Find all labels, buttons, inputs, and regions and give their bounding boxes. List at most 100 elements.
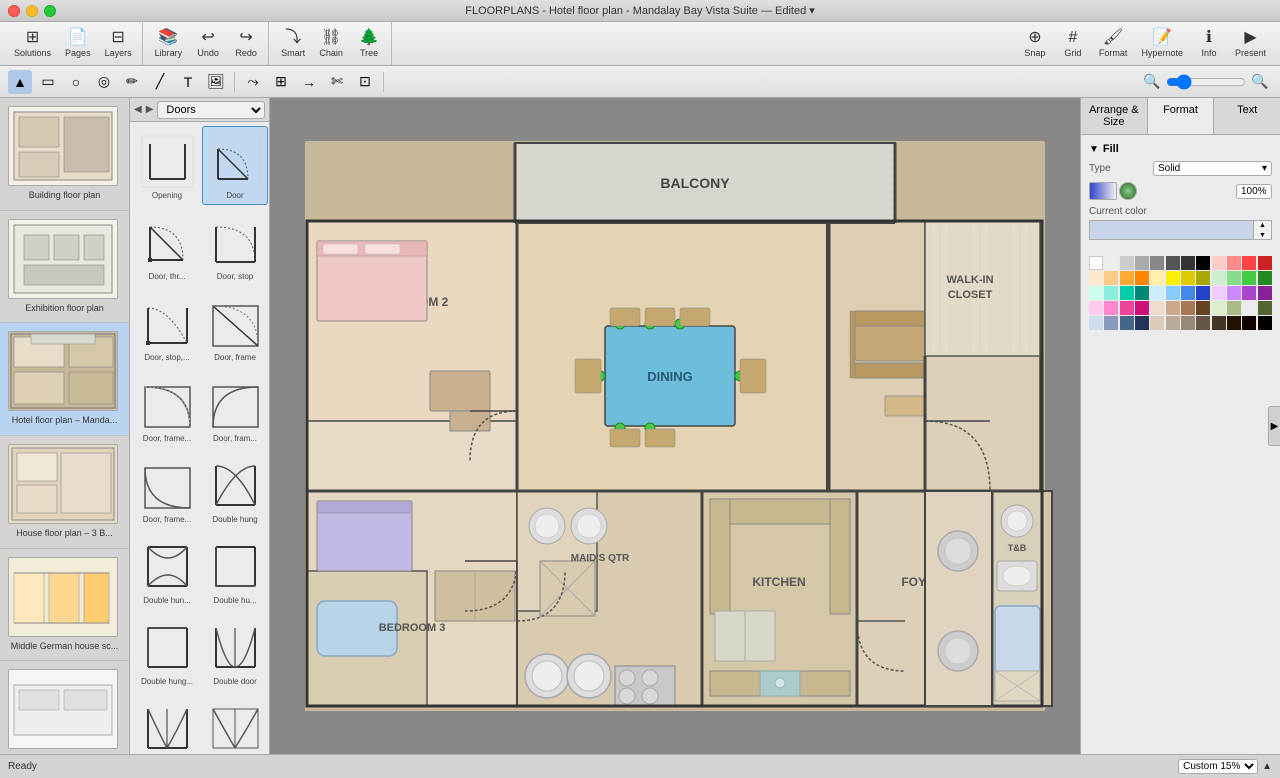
shapes-back-btn[interactable]: ◀ [134, 104, 142, 115]
color-green[interactable] [1242, 271, 1256, 285]
color-sandstone[interactable] [1166, 316, 1180, 330]
color-red[interactable] [1242, 256, 1256, 270]
color-lightblue[interactable] [1150, 286, 1164, 300]
pen-tool[interactable]: ✏ [120, 70, 144, 94]
shapes-category-select[interactable]: Doors [157, 101, 265, 119]
canvas-area[interactable]: BALCONY BEDROOM 2 [270, 98, 1080, 754]
minimize-button[interactable] [26, 5, 38, 17]
color-darkblue[interactable] [1196, 286, 1210, 300]
color-purple[interactable] [1242, 286, 1256, 300]
shape-door-frame4[interactable]: Door, frame... [134, 450, 200, 529]
color-darktaupe[interactable] [1196, 316, 1210, 330]
color-orange[interactable] [1120, 271, 1134, 285]
ellipse-tool[interactable]: ○ [64, 70, 88, 94]
color-teal[interactable] [1120, 286, 1134, 300]
current-color-swatch[interactable] [1089, 220, 1254, 240]
arrow-tool[interactable]: → [297, 70, 321, 94]
shape-door-thr[interactable]: Door, thr... [134, 207, 200, 286]
color-darkespresso[interactable] [1227, 316, 1241, 330]
color-magenta[interactable] [1104, 301, 1118, 315]
shape-double-hung[interactable]: Double hung [202, 450, 268, 529]
page-thumb-parent[interactable]: Parent-Child Room Num... [0, 661, 129, 754]
hypernote-button[interactable]: 📝 Hypernote [1135, 26, 1189, 62]
color-lightorange[interactable] [1089, 271, 1103, 285]
shape-door-fram3[interactable]: Door, fram... [202, 369, 268, 448]
color-darkyellow[interactable] [1181, 271, 1195, 285]
color-lightmagenta[interactable] [1089, 301, 1103, 315]
color-darkgreen[interactable] [1258, 271, 1272, 285]
color-violet[interactable] [1227, 286, 1241, 300]
color-tan[interactable] [1166, 301, 1180, 315]
color-white[interactable] [1089, 256, 1103, 270]
zoom-stepper-icon[interactable]: ▲ [1262, 761, 1272, 772]
page-thumb-hotel[interactable]: Hotel floor plan – Manda... [0, 323, 129, 436]
zoom-slider[interactable] [1166, 74, 1246, 90]
shape-double-hu3[interactable]: Double hu... [202, 531, 268, 610]
fill-gradient-swatch[interactable] [1089, 182, 1117, 200]
zoom-select[interactable]: Custom 15% 25% 50% 75% 100% [1178, 759, 1258, 774]
shape-door-frame[interactable]: Door, frame [202, 288, 268, 367]
line-tool[interactable]: ╱ [148, 70, 172, 94]
current-color-arrows[interactable]: ▲ ▼ [1254, 220, 1272, 240]
color-lightyellow[interactable] [1150, 271, 1164, 285]
text-tool[interactable]: T [176, 70, 200, 94]
shape-opening[interactable]: Opening [134, 126, 200, 205]
color-black2[interactable] [1258, 316, 1272, 330]
color-cyan1[interactable] [1104, 286, 1118, 300]
library-button[interactable]: 📚 Library [149, 26, 189, 62]
fill-type-select[interactable]: Solid ▾ [1153, 161, 1272, 176]
shape-double-doo2[interactable]: Double doo... [134, 693, 200, 754]
undo-button[interactable]: ↩ Undo [190, 26, 226, 62]
color-steel[interactable] [1120, 316, 1134, 330]
select-tool[interactable]: ▲ [8, 70, 32, 94]
color-medgreen[interactable] [1227, 271, 1241, 285]
color-darkpink[interactable] [1135, 301, 1149, 315]
color-skyblue[interactable] [1166, 286, 1180, 300]
color-sage[interactable] [1227, 301, 1241, 315]
grid-button[interactable]: # Grid [1055, 26, 1091, 62]
fill-chevron[interactable]: ▼ [1089, 144, 1099, 155]
color-nearblack[interactable] [1242, 316, 1256, 330]
page-thumb-exhibition[interactable]: Exhibition floor plan [0, 211, 129, 324]
color-midgray[interactable] [1150, 256, 1164, 270]
color-skin[interactable] [1150, 301, 1164, 315]
color-olive2[interactable] [1242, 301, 1256, 315]
color-peach[interactable] [1104, 271, 1118, 285]
smart-tool[interactable]: ⤳ [241, 70, 265, 94]
page-thumb-house[interactable]: House floor plan – 3 B... [0, 436, 129, 549]
smart-button[interactable]: ⤵ Smart [275, 26, 311, 62]
panel-expand-btn[interactable]: ▶ [1268, 406, 1280, 446]
color-darkpurple[interactable] [1258, 286, 1272, 300]
shape-double-hung4[interactable]: Double hung... [134, 612, 200, 691]
shapes-forward-btn[interactable]: ▶ [146, 104, 154, 115]
zoom-out-btn[interactable]: 🔍 [1140, 70, 1164, 94]
close-button[interactable] [8, 5, 20, 17]
color-espresso[interactable] [1212, 316, 1226, 330]
color-palegreen[interactable] [1212, 301, 1226, 315]
color-brown[interactable] [1181, 301, 1195, 315]
shape-double-door[interactable]: Double door [202, 612, 268, 691]
fill-color-picker[interactable] [1119, 182, 1137, 200]
color-lightgray1[interactable] [1104, 256, 1118, 270]
chain-button[interactable]: ⛓ Chain [313, 26, 349, 62]
rect-tool[interactable]: ▭ [36, 70, 60, 94]
color-lightpink[interactable] [1212, 256, 1226, 270]
shape-door-stop2[interactable]: Door, stop,... [134, 288, 200, 367]
color-blue[interactable] [1181, 286, 1195, 300]
solutions-button[interactable]: ⊞ Solutions [8, 26, 57, 62]
color-olive[interactable] [1196, 271, 1210, 285]
color-hotpink[interactable] [1120, 301, 1134, 315]
shape-door-stop[interactable]: Door, stop [202, 207, 268, 286]
color-lightgreen[interactable] [1212, 271, 1226, 285]
page-thumb-german[interactable]: Middle German house sc... [0, 549, 129, 662]
layers-button[interactable]: ⊟ Layers [99, 26, 138, 62]
circle-tool[interactable]: ◎ [92, 70, 116, 94]
tab-format[interactable]: Format [1148, 98, 1215, 134]
color-taupe[interactable] [1181, 316, 1195, 330]
shape-double-hun2[interactable]: Double hun... [134, 531, 200, 610]
color-darkorange[interactable] [1135, 271, 1149, 285]
pages-button[interactable]: 📄 Pages [59, 26, 97, 62]
page-thumb-building[interactable]: Building floor plan [0, 98, 129, 211]
zoom-in-btn[interactable]: 🔍 [1248, 70, 1272, 94]
color-slate1[interactable] [1089, 316, 1103, 330]
